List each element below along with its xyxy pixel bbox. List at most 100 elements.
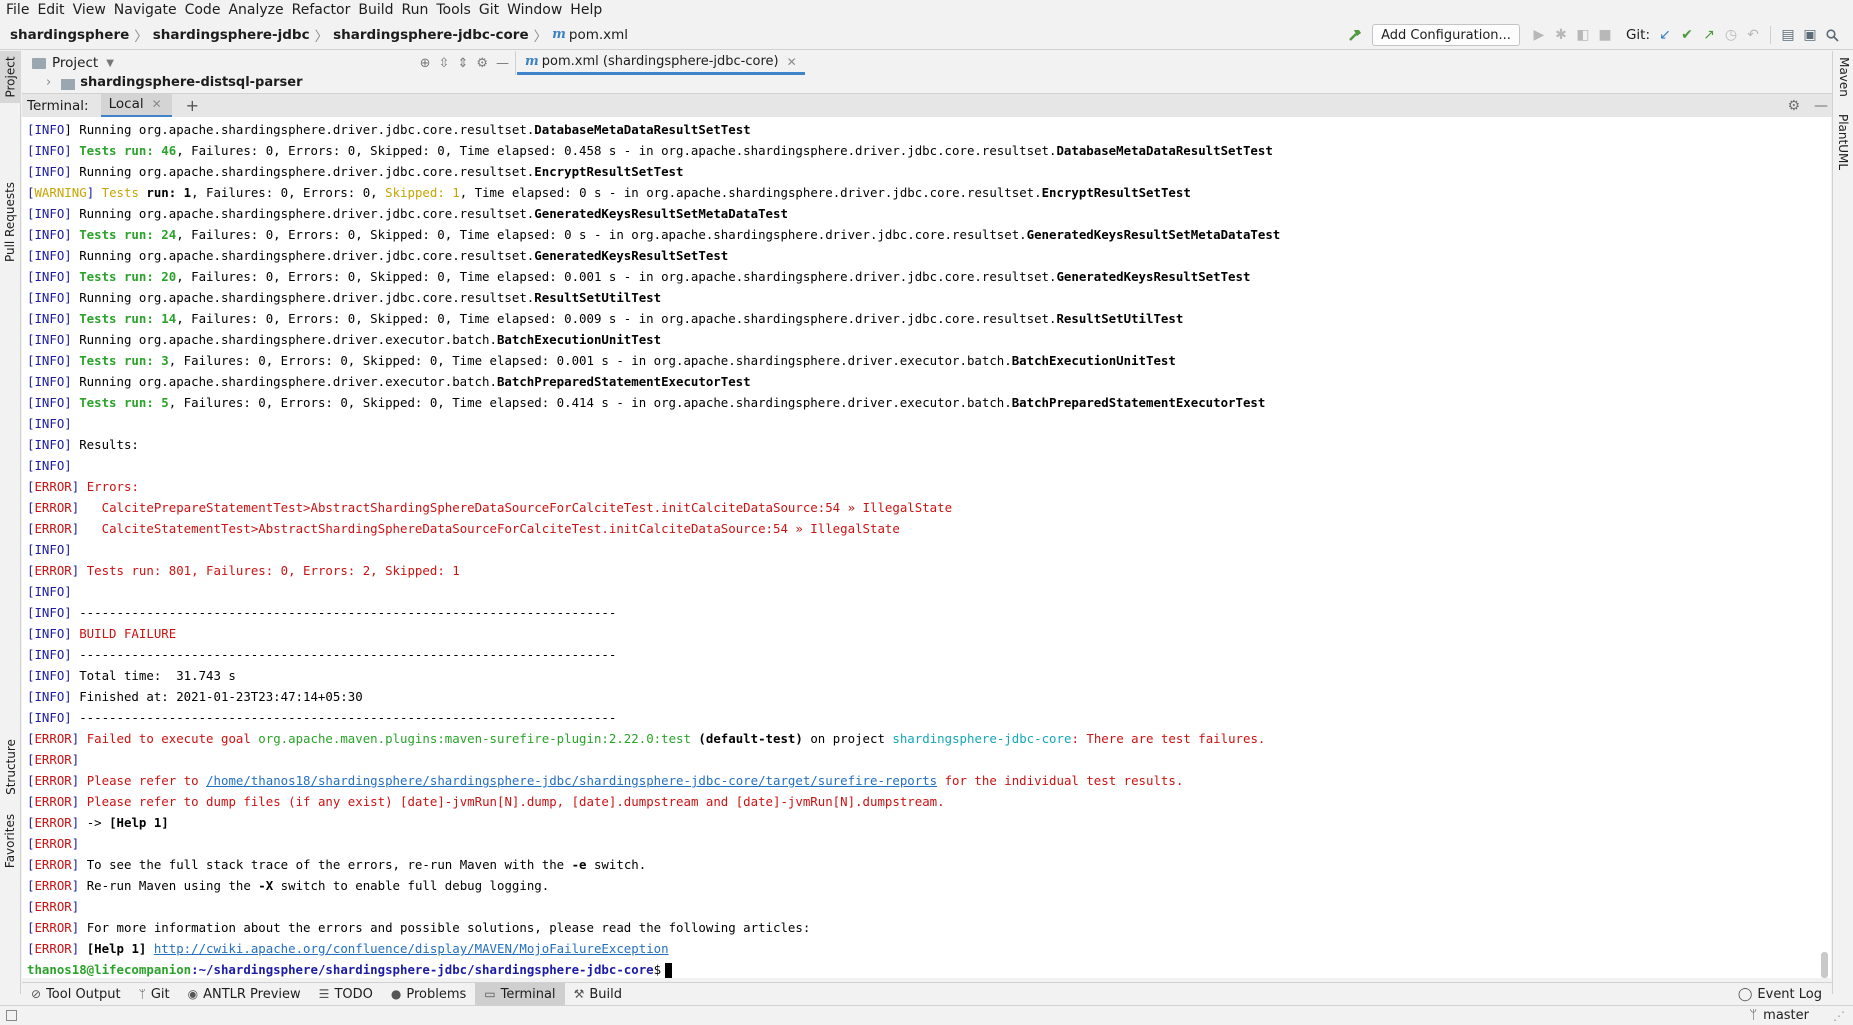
project-structure-icon[interactable]: ▤ xyxy=(1777,24,1799,46)
terminal-text-segment: DatabaseMetaDataResultSetTest xyxy=(534,122,751,137)
terminal-text-segment: [INFO] xyxy=(27,143,80,158)
close-icon[interactable]: ✕ xyxy=(787,55,797,69)
project-tab-label: Project xyxy=(3,56,18,98)
collapse-all-icon[interactable]: ⇕ xyxy=(457,56,468,71)
toggle-tool-windows-icon[interactable] xyxy=(6,1010,17,1021)
git-history-icon[interactable]: ◷ xyxy=(1720,24,1742,46)
terminal-text-segment: Tests run: 24 xyxy=(79,227,177,242)
tool-window-project-tab[interactable]: Project xyxy=(0,51,21,103)
terminal-tab-local[interactable]: Local ✕ xyxy=(100,93,172,118)
editor-tab-pom[interactable]: m pom.xml (shardingsphere-jdbc-core) ✕ xyxy=(517,51,805,75)
terminal-text-segment[interactable]: http://cwiki.apache.org/confluence/displ… xyxy=(154,941,669,956)
stop-icon[interactable]: ■ xyxy=(1594,24,1616,46)
menu-refactor[interactable]: Refactor xyxy=(291,2,358,18)
git-rollback-icon[interactable]: ↶ xyxy=(1742,24,1764,46)
terminal-text-segment: Tests run: 5 xyxy=(79,395,169,410)
gear-icon[interactable]: ⚙ xyxy=(476,56,488,71)
hide-panel-icon[interactable]: — xyxy=(1814,98,1828,114)
menu-code[interactable]: Code xyxy=(184,2,228,18)
expand-all-icon[interactable]: ⇳ xyxy=(439,56,450,71)
chevron-right-icon: › xyxy=(46,75,52,90)
locate-file-icon[interactable]: ⊕ xyxy=(420,56,431,71)
terminal-line: [INFO] xyxy=(27,455,1818,476)
bottom-tab-label: Build xyxy=(589,986,622,1002)
breadcrumb-item-file[interactable]: m pom.xml xyxy=(552,27,628,43)
event-log-tab[interactable]: ◯ Event Log xyxy=(1738,987,1822,1002)
run-icon[interactable]: ▶ xyxy=(1528,24,1550,46)
terminal-text-segment: For more information about the errors an… xyxy=(86,920,811,935)
terminal-text-segment: ] xyxy=(86,185,102,200)
git-commit-icon[interactable]: ✔ xyxy=(1676,24,1698,46)
add-configuration-button[interactable]: Add Configuration... xyxy=(1372,24,1520,46)
breadcrumb-item-module[interactable]: shardingsphere-jdbc xyxy=(153,27,310,43)
terminal-text-segment: Tests run: 3 xyxy=(79,353,169,368)
git-update-icon[interactable]: ↙ xyxy=(1654,24,1676,46)
scrollbar-thumb[interactable] xyxy=(1821,952,1828,978)
prompt-path: :~/shardingsphere/shardingsphere-jdbc/sh… xyxy=(191,962,654,977)
menu-run[interactable]: Run xyxy=(401,2,436,18)
terminal-text-segment: for the individual test results. xyxy=(937,773,1184,788)
menu-window[interactable]: Window xyxy=(506,2,569,18)
tool-window-maven-tab[interactable]: Maven xyxy=(1833,51,1853,103)
terminal-text-segment: ] xyxy=(71,899,80,914)
build-hammer-icon: ⚒ xyxy=(573,987,585,1001)
structure-tab-label: Structure xyxy=(3,739,18,795)
bottom-tab-problems[interactable]: ● Problems xyxy=(382,983,475,1006)
terminal-text-segment: -> xyxy=(86,815,110,830)
bottom-tab-terminal[interactable]: ▭ Terminal xyxy=(475,982,565,1006)
project-tree-row[interactable]: › shardingsphere-distsql-parser xyxy=(22,75,516,93)
terminal-output[interactable]: [INFO] Running org.apache.shardingsphere… xyxy=(22,117,1818,978)
hide-panel-icon[interactable]: — xyxy=(496,56,509,71)
menu-view[interactable]: View xyxy=(72,2,113,18)
build-hammer-icon[interactable] xyxy=(1344,24,1366,46)
resize-grip-icon: ⋰ xyxy=(1833,1008,1845,1023)
git-branch-widget[interactable]: ᛘ master xyxy=(1749,1008,1809,1023)
terminal-prompt-line[interactable]: thanos18@lifecompanion:~/shardingsphere/… xyxy=(27,959,1818,978)
new-terminal-plus-icon[interactable]: + xyxy=(186,96,199,115)
terminal-text-segment: Finished at: 2021-01-23T23:47:14+05:30 xyxy=(79,689,363,704)
breadcrumb-item-root[interactable]: shardingsphere xyxy=(10,27,129,43)
terminal-text-segment: [INFO] xyxy=(27,353,80,368)
menu-analyze[interactable]: Analyze xyxy=(227,2,290,18)
project-panel-tools: ⊕ ⇳ ⇕ ⚙ — xyxy=(420,56,509,71)
terminal-text-segment: ] xyxy=(71,752,80,767)
terminal-text-segment: CalciteStatementTest>AbstractShardingSph… xyxy=(101,521,900,536)
menu-help[interactable]: Help xyxy=(569,2,609,18)
bottom-tab-antlr-preview[interactable]: ◉ ANTLR Preview xyxy=(179,983,310,1006)
menu-build[interactable]: Build xyxy=(357,2,400,18)
presentation-mode-icon[interactable]: ▣ xyxy=(1799,24,1821,46)
terminal-text-segment: [INFO] xyxy=(27,458,72,473)
menu-tools[interactable]: Tools xyxy=(435,2,478,18)
gear-icon[interactable]: ⚙ xyxy=(1787,98,1800,114)
bottom-tab-tool-output[interactable]: ⊘ Tool Output xyxy=(22,983,130,1006)
terminal-line: [INFO] Tests run: 46, Failures: 0, Error… xyxy=(27,140,1818,161)
search-icon[interactable] xyxy=(1821,24,1843,46)
project-view-selector[interactable]: Project ▼ xyxy=(22,55,114,71)
tool-window-structure-tab[interactable]: Structure xyxy=(0,731,21,803)
breadcrumb: shardingsphere 〉 shardingsphere-jdbc 〉 s… xyxy=(0,25,628,45)
tool-window-plantuml-tab[interactable]: PlantUML xyxy=(1833,111,1853,173)
tool-window-favorites-tab[interactable]: Favorites xyxy=(0,803,21,879)
terminal-text-segment: WARNING xyxy=(34,185,87,200)
maven-file-icon: m xyxy=(525,54,539,69)
terminal-text-segment[interactable]: /home/thanos18/shardingsphere/shardingsp… xyxy=(206,773,937,788)
terminal-line: [INFO] Total time: 31.743 s xyxy=(27,665,1818,686)
terminal-scrollbar[interactable] xyxy=(1818,117,1831,978)
menu-navigate[interactable]: Navigate xyxy=(113,2,184,18)
plantuml-tab-label: PlantUML xyxy=(1836,113,1851,171)
menu-edit[interactable]: Edit xyxy=(36,2,71,18)
close-icon[interactable]: ✕ xyxy=(152,97,162,111)
menu-file[interactable]: File xyxy=(5,2,36,18)
tool-window-pull-requests-tab[interactable]: Pull Requests xyxy=(0,167,21,277)
menu-git[interactable]: Git xyxy=(478,2,506,18)
bottom-tab-git[interactable]: ᛘ Git xyxy=(130,983,179,1006)
git-push-icon[interactable]: ↗ xyxy=(1698,24,1720,46)
terminal-line: [INFO] xyxy=(27,581,1818,602)
bottom-tab-todo[interactable]: ☰ TODO xyxy=(310,983,382,1006)
debug-icon[interactable]: ✱ xyxy=(1550,24,1572,46)
bottom-tab-build[interactable]: ⚒ Build xyxy=(565,983,631,1006)
terminal-text-segment: Running org.apache.shardingsphere.driver… xyxy=(79,332,497,347)
run-with-coverage-icon[interactable]: ◧ xyxy=(1572,24,1594,46)
breadcrumb-item-submodule[interactable]: shardingsphere-jdbc-core xyxy=(333,27,529,43)
status-bar: ᛘ master ⋰ xyxy=(0,1005,1853,1025)
